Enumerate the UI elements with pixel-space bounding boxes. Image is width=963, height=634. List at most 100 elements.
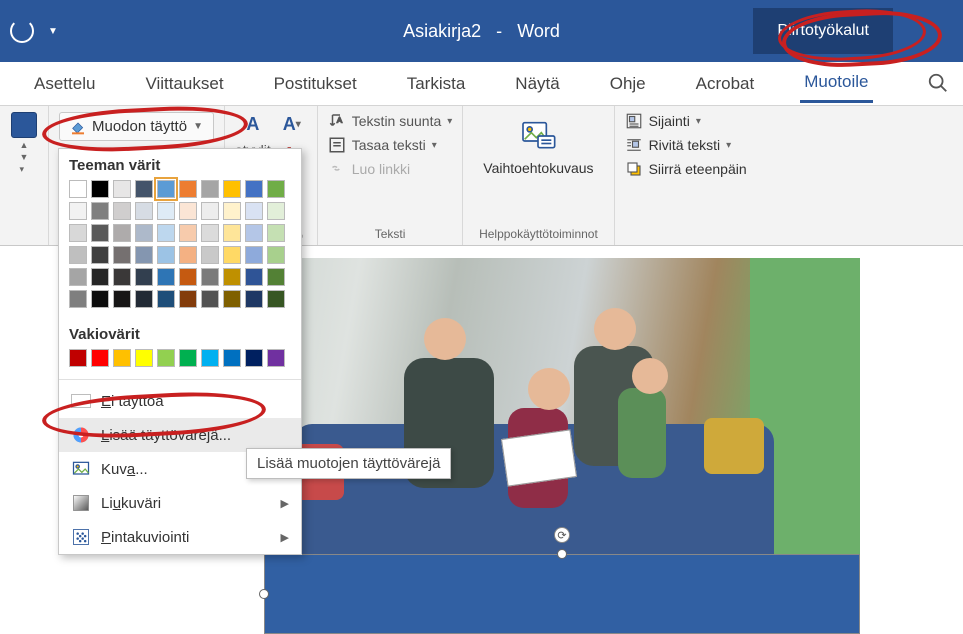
color-swatch[interactable]	[91, 268, 109, 286]
color-swatch[interactable]	[135, 349, 153, 367]
gallery-more-icon[interactable]: ▾	[20, 164, 29, 175]
color-swatch[interactable]	[223, 268, 241, 286]
color-swatch[interactable]	[135, 180, 153, 198]
wrap-text-button[interactable]: Rivitä teksti▾	[625, 136, 747, 154]
color-swatch[interactable]	[69, 290, 87, 308]
color-swatch[interactable]	[267, 202, 285, 220]
color-swatch[interactable]	[201, 224, 219, 242]
position-button[interactable]: Sijainti▾	[625, 112, 747, 130]
tab-review[interactable]: Tarkista	[403, 66, 470, 102]
tab-format[interactable]: Muotoile	[800, 64, 872, 103]
color-swatch[interactable]	[157, 180, 175, 198]
color-swatch[interactable]	[91, 290, 109, 308]
color-swatch[interactable]	[113, 290, 131, 308]
shape-styles-gallery[interactable]: ▲ ▼ ▾	[0, 106, 48, 175]
gallery-up-icon[interactable]: ▲	[20, 140, 29, 150]
tab-layout[interactable]: Asettelu	[30, 66, 99, 102]
texture-fill-item[interactable]: Pintakuviointi ▶	[59, 520, 301, 554]
color-swatch[interactable]	[201, 349, 219, 367]
color-swatch[interactable]	[91, 246, 109, 264]
color-swatch[interactable]	[91, 180, 109, 198]
color-swatch[interactable]	[69, 246, 87, 264]
color-swatch[interactable]	[135, 202, 153, 220]
color-swatch[interactable]	[157, 246, 175, 264]
text-fill-button[interactable]: A▾	[277, 112, 307, 136]
tab-help[interactable]: Ohje	[606, 66, 650, 102]
color-swatch[interactable]	[135, 246, 153, 264]
rotate-handle[interactable]: ⟳	[554, 527, 570, 543]
color-swatch[interactable]	[113, 349, 131, 367]
color-swatch[interactable]	[245, 246, 263, 264]
align-text-button[interactable]: Tasaa teksti▾	[328, 136, 453, 154]
color-swatch[interactable]	[223, 290, 241, 308]
gradient-fill-item[interactable]: Liukuväri ▶	[59, 486, 301, 520]
qat-customize-icon[interactable]: ▼	[48, 26, 58, 37]
color-swatch[interactable]	[157, 290, 175, 308]
tab-view[interactable]: Näytä	[511, 66, 563, 102]
undo-redo-icon[interactable]	[10, 19, 34, 43]
color-swatch[interactable]	[69, 268, 87, 286]
color-swatch[interactable]	[113, 180, 131, 198]
color-swatch[interactable]	[245, 202, 263, 220]
resize-handle-left[interactable]	[259, 589, 269, 599]
color-swatch[interactable]	[223, 224, 241, 242]
color-swatch[interactable]	[179, 290, 197, 308]
gallery-down-icon[interactable]: ▼	[20, 152, 29, 162]
color-swatch[interactable]	[91, 224, 109, 242]
color-swatch[interactable]	[179, 224, 197, 242]
color-swatch[interactable]	[201, 268, 219, 286]
color-swatch[interactable]	[157, 268, 175, 286]
resize-handle-top[interactable]	[557, 549, 567, 559]
selected-shape-rectangle[interactable]: ⟳	[264, 554, 860, 634]
color-swatch[interactable]	[91, 202, 109, 220]
color-swatch[interactable]	[267, 180, 285, 198]
color-swatch[interactable]	[157, 202, 175, 220]
color-swatch[interactable]	[135, 268, 153, 286]
color-swatch[interactable]	[135, 290, 153, 308]
color-swatch[interactable]	[245, 290, 263, 308]
color-swatch[interactable]	[69, 349, 87, 367]
color-swatch[interactable]	[267, 268, 285, 286]
color-swatch[interactable]	[113, 202, 131, 220]
color-swatch[interactable]	[201, 290, 219, 308]
color-swatch[interactable]	[113, 246, 131, 264]
color-swatch[interactable]	[179, 349, 197, 367]
color-swatch[interactable]	[245, 349, 263, 367]
alt-text-button[interactable]: Vaihtoehtokuvaus	[473, 112, 603, 180]
color-swatch[interactable]	[157, 224, 175, 242]
color-swatch[interactable]	[223, 349, 241, 367]
color-swatch[interactable]	[113, 224, 131, 242]
color-swatch[interactable]	[223, 202, 241, 220]
search-icon[interactable]	[927, 72, 949, 99]
color-swatch[interactable]	[69, 180, 87, 198]
color-swatch[interactable]	[179, 246, 197, 264]
color-swatch[interactable]	[267, 349, 285, 367]
inserted-image[interactable]	[264, 258, 860, 554]
color-swatch[interactable]	[201, 180, 219, 198]
color-swatch[interactable]	[135, 224, 153, 242]
color-swatch[interactable]	[245, 180, 263, 198]
bring-forward-button[interactable]: Siirrä eteenpäin	[625, 160, 747, 178]
color-swatch[interactable]	[267, 224, 285, 242]
color-swatch[interactable]	[91, 349, 109, 367]
color-swatch[interactable]	[223, 246, 241, 264]
color-swatch[interactable]	[245, 268, 263, 286]
color-swatch[interactable]	[267, 290, 285, 308]
color-swatch[interactable]	[179, 202, 197, 220]
color-swatch[interactable]	[223, 180, 241, 198]
tab-references[interactable]: Viittaukset	[141, 66, 227, 102]
color-swatch[interactable]	[69, 202, 87, 220]
color-swatch[interactable]	[267, 246, 285, 264]
color-swatch[interactable]	[157, 349, 175, 367]
color-swatch[interactable]	[179, 268, 197, 286]
shape-style-thumb[interactable]	[11, 112, 37, 138]
color-swatch[interactable]	[201, 246, 219, 264]
color-swatch[interactable]	[201, 202, 219, 220]
color-swatch[interactable]	[179, 180, 197, 198]
text-direction-button[interactable]: A Tekstin suunta▾	[328, 112, 453, 130]
color-swatch[interactable]	[245, 224, 263, 242]
tab-acrobat[interactable]: Acrobat	[692, 66, 759, 102]
color-swatch[interactable]	[113, 268, 131, 286]
tab-mailings[interactable]: Postitukset	[270, 66, 361, 102]
color-swatch[interactable]	[69, 224, 87, 242]
